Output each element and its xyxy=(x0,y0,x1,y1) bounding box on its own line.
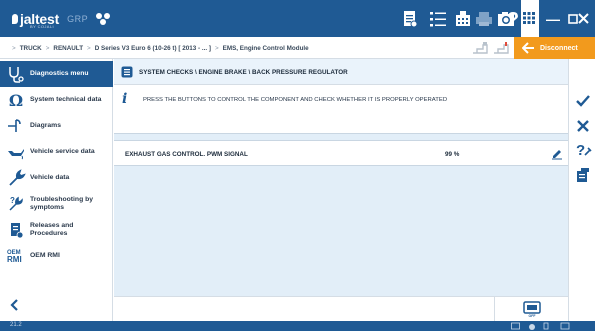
divider xyxy=(494,297,495,322)
breadcrumb-bar: > TRUCK > RENAULT > D Series V3 Euro 6 (… xyxy=(0,37,595,59)
battery-icon xyxy=(511,322,520,330)
diagnostics-icon xyxy=(9,67,24,83)
parameter-panel: EXHAUST GAS CONTROL. PWM SIGNAL 99 % xyxy=(114,133,568,296)
wrench-icon xyxy=(9,169,26,186)
sidebar-item-label: Vehicle data xyxy=(30,174,70,182)
breadcrumb-item-system[interactable]: EMS, Engine Control Module xyxy=(223,45,309,52)
diagram-icon xyxy=(8,119,21,132)
disconnect-button[interactable]: Disconnect xyxy=(514,37,595,59)
breadcrumb-separator: > xyxy=(12,44,16,52)
arrow-left-icon xyxy=(522,42,534,54)
table-row[interactable]: EXHAUST GAS CONTROL. PWM SIGNAL 99 % xyxy=(114,140,568,166)
sidebar-item-label: OEM RMI xyxy=(30,252,60,260)
breadcrumb-separator: > xyxy=(87,44,91,52)
logo-pin-icon xyxy=(12,14,18,24)
svg-text:?: ? xyxy=(576,142,585,159)
wifi-icon xyxy=(529,324,535,330)
close-button[interactable] xyxy=(572,0,595,37)
sidebar-item-vehicle-data[interactable]: Vehicle data xyxy=(0,165,113,191)
sidebar-item-vehicle-service-data[interactable]: Vehicle service data xyxy=(0,139,113,165)
sidebar-item-diagnostics-menu[interactable]: Diagnostics menu xyxy=(0,61,113,87)
procedure-book-icon[interactable] xyxy=(574,166,592,184)
info-icon: i xyxy=(122,91,128,107)
sidebar-item-label: Diagrams xyxy=(30,122,61,130)
parameter-name: EXHAUST GAS CONTROL. PWM SIGNAL xyxy=(125,150,248,158)
cancel-x-icon[interactable] xyxy=(574,117,592,135)
help-tool-icon[interactable]: ? xyxy=(574,141,592,159)
sidebar-item-diagrams[interactable]: Diagrams xyxy=(0,113,113,139)
collapse-sidebar-icon[interactable] xyxy=(8,298,22,312)
disconnect-label: Disconnect xyxy=(540,44,578,52)
info-message: i PRESS THE BUTTONS TO CONTROL THE COMPO… xyxy=(114,85,568,133)
connection-status-icon xyxy=(494,42,509,54)
action-column: ? xyxy=(568,59,595,321)
sidebar-item-label: Diagnostics menu xyxy=(30,70,89,78)
sidebar-item-label: Vehicle service data xyxy=(30,148,95,156)
breadcrumb-separator: > xyxy=(214,44,219,52)
sidebar-item-releases-and-procedures[interactable]: Releases and Procedures xyxy=(0,217,113,243)
jaltest-logo: jaltest BY COJALI GRP xyxy=(12,10,113,29)
breadcrumb-separator: > xyxy=(45,44,50,52)
svg-text:?: ? xyxy=(507,9,519,29)
checklist-icon xyxy=(121,66,133,78)
svg-text:RMI: RMI xyxy=(7,255,22,264)
apps-grid-icon[interactable] xyxy=(521,10,537,26)
ohm-icon: Ω xyxy=(9,91,23,110)
sidebar-item-oem-rmi[interactable]: OEM RMI OEM RMI xyxy=(0,243,113,269)
procedures-icon xyxy=(11,223,24,239)
oem-rmi-icon: OEM RMI xyxy=(7,250,22,264)
oil-can-icon xyxy=(8,149,24,160)
connector-icon xyxy=(473,42,488,54)
info-text: PRESS THE BUTTONS TO CONTROL THE COMPONE… xyxy=(143,97,448,103)
calculator-icon[interactable] xyxy=(453,9,473,29)
breadcrumb-item-brand[interactable]: RENAULT xyxy=(53,45,83,52)
svg-text:Ω: Ω xyxy=(9,91,23,110)
sidebar-item-label: Troubleshooting by symptoms xyxy=(30,196,94,211)
tools-icon[interactable] xyxy=(93,11,113,27)
sidebar-item-troubleshooting-by-symptoms[interactable]: ? Troubleshooting by symptoms xyxy=(0,191,113,217)
accept-check-icon[interactable] xyxy=(574,92,592,110)
version-text: 21.2 xyxy=(10,322,22,328)
svg-text:?: ? xyxy=(10,196,15,205)
troubleshooting-icon: ? xyxy=(9,196,23,211)
section-title: SYSTEM CHECKS \ ENGINE BRAKE \ BACK PRES… xyxy=(139,68,348,76)
status-bar: 21.2 xyxy=(0,321,595,331)
breadcrumb-item-vehicle-type[interactable]: TRUCK xyxy=(20,45,42,52)
printer-icon[interactable] xyxy=(474,9,494,29)
group-label: GRP xyxy=(67,14,89,24)
off-button-label: OFF xyxy=(528,314,536,318)
bottom-control-bar: OFF xyxy=(114,296,568,322)
parameter-value: 99 % xyxy=(445,150,460,158)
device-icon xyxy=(560,322,570,330)
close-icon xyxy=(578,13,589,24)
breadcrumb-item-model[interactable]: D Series V3 Euro 6 (10-26 t) [ 2013 - ..… xyxy=(95,45,211,52)
report-icon[interactable] xyxy=(400,9,420,29)
sidebar: Diagnostics menu Ω System technical data… xyxy=(0,59,113,321)
breadcrumb: > TRUCK > RENAULT > D Series V3 Euro 6 (… xyxy=(8,37,309,59)
list-icon[interactable] xyxy=(428,9,448,29)
help-icon[interactable]: ? xyxy=(506,9,520,29)
sidebar-item-system-technical-data[interactable]: Ω System technical data xyxy=(0,87,113,113)
brand-sub: BY COJALI xyxy=(30,24,54,29)
section-header: SYSTEM CHECKS \ ENGINE BRAKE \ BACK PRES… xyxy=(114,59,568,85)
signal-icon xyxy=(543,322,549,330)
edit-pencil-icon[interactable] xyxy=(550,147,564,161)
sidebar-item-label: System technical data xyxy=(30,96,102,104)
top-bar: jaltest BY COJALI GRP ? — xyxy=(0,0,595,37)
sidebar-item-label: Releases and Procedures xyxy=(30,222,74,237)
